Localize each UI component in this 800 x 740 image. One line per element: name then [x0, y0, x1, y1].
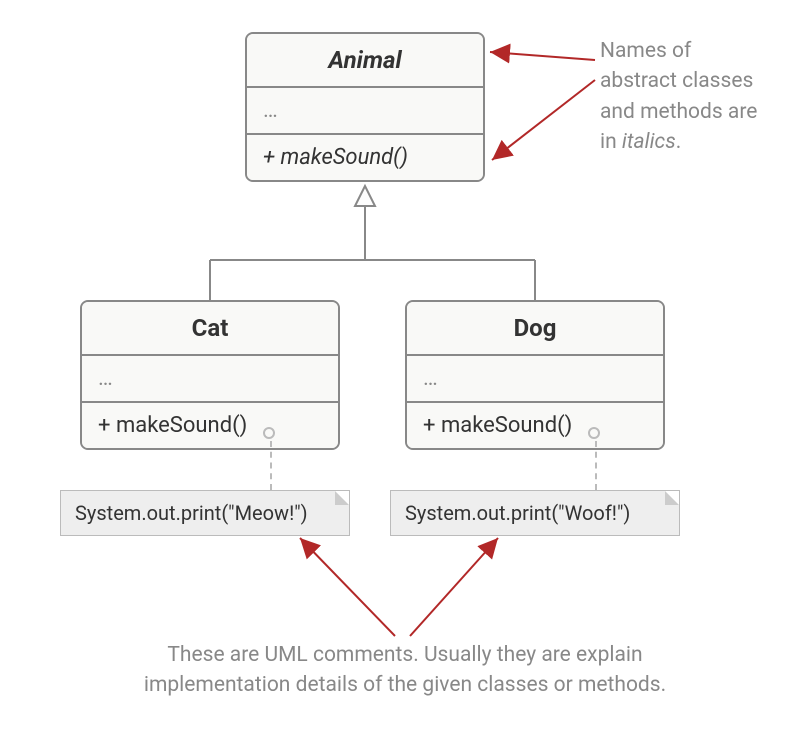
note-fold-icon [665, 491, 679, 505]
dotted-connector [595, 441, 597, 490]
class-animal-title: Animal [247, 34, 483, 88]
class-animal-attrs: … [247, 88, 483, 135]
caption-italics: Names of abstract classes and methods ar… [600, 36, 770, 158]
class-animal-method: + makeSound() [247, 135, 483, 180]
class-cat-method: + makeSound() [82, 403, 338, 448]
class-cat-title: Cat [82, 302, 338, 356]
class-dog-attrs: … [407, 356, 663, 403]
anchor-icon [588, 427, 600, 439]
note-dog-text: System.out.print("Woof!") [405, 501, 630, 525]
note-cat-impl: System.out.print("Meow!") [60, 490, 350, 536]
class-dog-method: + makeSound() [407, 403, 663, 448]
annotation-arrow [300, 538, 395, 636]
class-cat: Cat … + makeSound() [80, 300, 340, 450]
caption-italics-em: italics [622, 130, 676, 154]
diagram-stage: Animal … + makeSound() Cat … + makeSound… [0, 0, 800, 740]
caption-italics-post: . [676, 130, 682, 154]
annotation-arrow [410, 538, 498, 636]
class-cat-attrs: … [82, 356, 338, 403]
caption-comments: These are UML comments. Usually they are… [135, 640, 675, 701]
inheritance-triangle-icon [355, 186, 375, 206]
note-cat-text: System.out.print("Meow!") [75, 501, 308, 525]
anchor-icon [263, 427, 275, 439]
class-animal: Animal … + makeSound() [245, 32, 485, 182]
annotation-arrow [490, 52, 595, 60]
class-dog: Dog … + makeSound() [405, 300, 665, 450]
class-dog-title: Dog [407, 302, 663, 356]
note-fold-icon [335, 491, 349, 505]
note-dog-impl: System.out.print("Woof!") [390, 490, 680, 536]
dotted-connector [270, 441, 272, 490]
annotation-arrow [492, 80, 595, 160]
